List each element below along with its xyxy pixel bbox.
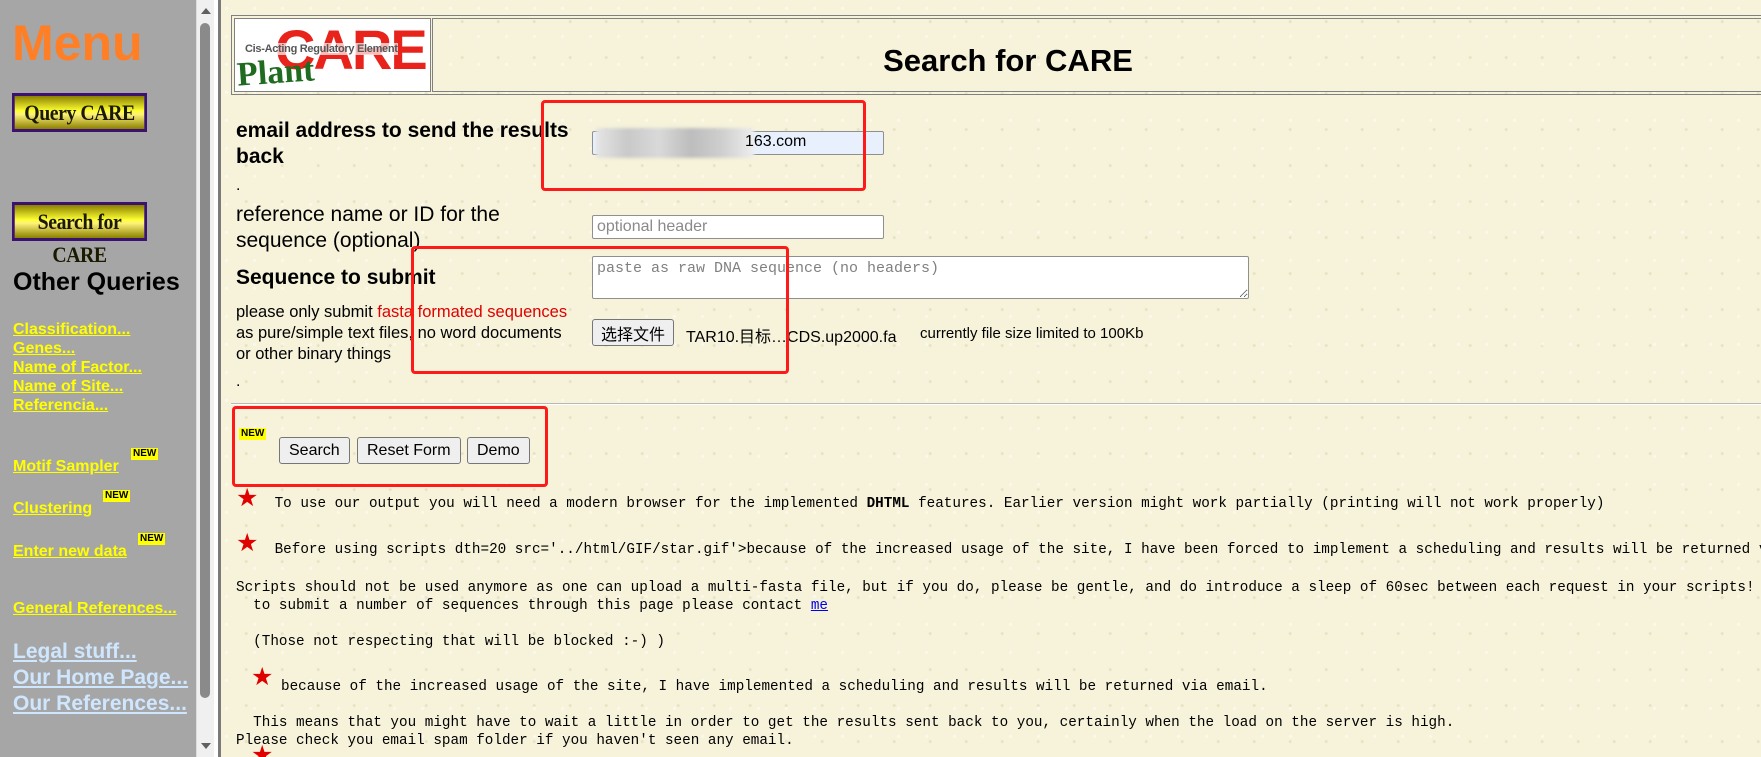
plantcare-logo: CARE Cis-Acting Regulatory Element Plant [234, 18, 431, 92]
general-references-link[interactable]: General References... [13, 600, 177, 618]
contact-note-text: to submit a number of sequences through … [236, 598, 811, 614]
sequence-textarea[interactable] [592, 256, 1249, 299]
scripts-warning: Scripts should not be used anymore as on… [236, 580, 1761, 596]
star-icon: ★ [236, 483, 259, 512]
fasta-note-prefix: please only submit [236, 303, 378, 321]
dhtml-text: DHTML [866, 496, 910, 512]
fasta-note: please only submit fasta formated sequen… [236, 302, 567, 323]
query-care-button[interactable]: Query CARE [12, 93, 147, 132]
page-title: Search for CARE [883, 43, 1133, 78]
separator-dot: . [236, 177, 241, 194]
our-references-link[interactable]: Our References... [13, 692, 187, 716]
contact-note: to submit a number of sequences through … [236, 597, 828, 615]
selected-file-name: TAR10.目标…CDS.up2000.fa [686, 329, 897, 346]
email-redacted-blur [596, 128, 754, 158]
header-table: CARE Cis-Acting Regulatory Element Plant… [231, 15, 1761, 95]
horizontal-rule [231, 403, 1761, 405]
fasta-note-line3: or other binary things [236, 345, 392, 363]
browser-note-text-end: features. Earlier version might work par… [909, 496, 1605, 512]
new-badge: NEW [239, 428, 267, 440]
browser-note-text: To use our output you will need a modern… [266, 496, 867, 512]
home-page-link[interactable]: Our Home Page... [13, 666, 188, 690]
star-icon: ★ [251, 662, 274, 691]
motif-sampler-link[interactable]: Motif Sampler [13, 458, 119, 476]
scrollbar-thumb[interactable] [200, 23, 210, 698]
new-badge: NEW [103, 490, 131, 502]
scheduling-note: because of the increased usage of the si… [281, 679, 1268, 695]
star-icon: ★ [251, 740, 274, 757]
star-icon: ★ [236, 528, 259, 557]
wait-note: This means that you might have to wait a… [236, 715, 1455, 731]
other-queries-heading: Other Queries [13, 268, 180, 296]
separator-dot: . [236, 373, 241, 390]
new-badge: NEW [138, 533, 166, 545]
scripts-note: Before using scripts dth=20 src='../html… [266, 542, 1761, 558]
name-of-factor-link[interactable]: Name of Factor... [13, 359, 142, 377]
fasta-note-highlight: fasta formated sequences [377, 303, 568, 321]
clustering-link[interactable]: Clustering [13, 500, 92, 518]
search-for-care-button[interactable]: Search for CARE [12, 202, 147, 267]
email-value-text: 163.com [745, 133, 807, 150]
main-frame: CARE Cis-Acting Regulatory Element Plant… [218, 0, 1761, 757]
demo-button[interactable]: Demo [467, 437, 530, 464]
reference-label: reference name or ID for the [236, 203, 500, 226]
classification-link[interactable]: Classification... [13, 321, 130, 339]
scroll-up-arrow-icon[interactable] [201, 8, 211, 14]
scroll-down-arrow-icon[interactable] [201, 743, 211, 749]
email-label: email address to send the results [236, 119, 569, 142]
reset-form-button[interactable]: Reset Form [357, 437, 461, 464]
spam-note: Please check you email spam folder if yo… [236, 733, 794, 749]
blocked-note: (Those not respecting that will be block… [236, 634, 665, 650]
fasta-note-line2: as pure/simple text files, no word docum… [236, 324, 562, 342]
new-badge: NEW [131, 448, 159, 460]
sequence-label: Sequence to submit [236, 266, 436, 289]
reference-name-input[interactable] [592, 215, 884, 239]
genes-link[interactable]: Genes... [13, 340, 75, 358]
search-button[interactable]: Search [279, 437, 350, 464]
email-label-line2: back [236, 145, 284, 168]
logo-subtitle: Cis-Acting Regulatory Element [245, 43, 398, 55]
reference-label-line2: sequence (optional) [236, 229, 421, 252]
contact-me-link[interactable]: me [811, 598, 828, 614]
menu-frame: Menu Query CARE Search for CARE Other Qu… [0, 0, 214, 757]
title-cell: Search for CARE [432, 18, 1761, 92]
logo-plant-text: Plant [235, 51, 316, 92]
choose-file-button[interactable]: 选择文件 [592, 319, 675, 346]
menu-title: Menu [12, 15, 143, 71]
browser-note: To use our output you will need a modern… [266, 495, 1605, 513]
referencia-link[interactable]: Referencia... [13, 397, 108, 415]
enter-new-data-link[interactable]: Enter new data [13, 543, 127, 561]
menu-scrollbar[interactable] [196, 0, 214, 757]
name-of-site-link[interactable]: Name of Site... [13, 378, 123, 396]
file-size-limit-text: currently file size limited to 100Kb [920, 325, 1144, 342]
legal-stuff-link[interactable]: Legal stuff... [13, 640, 137, 664]
